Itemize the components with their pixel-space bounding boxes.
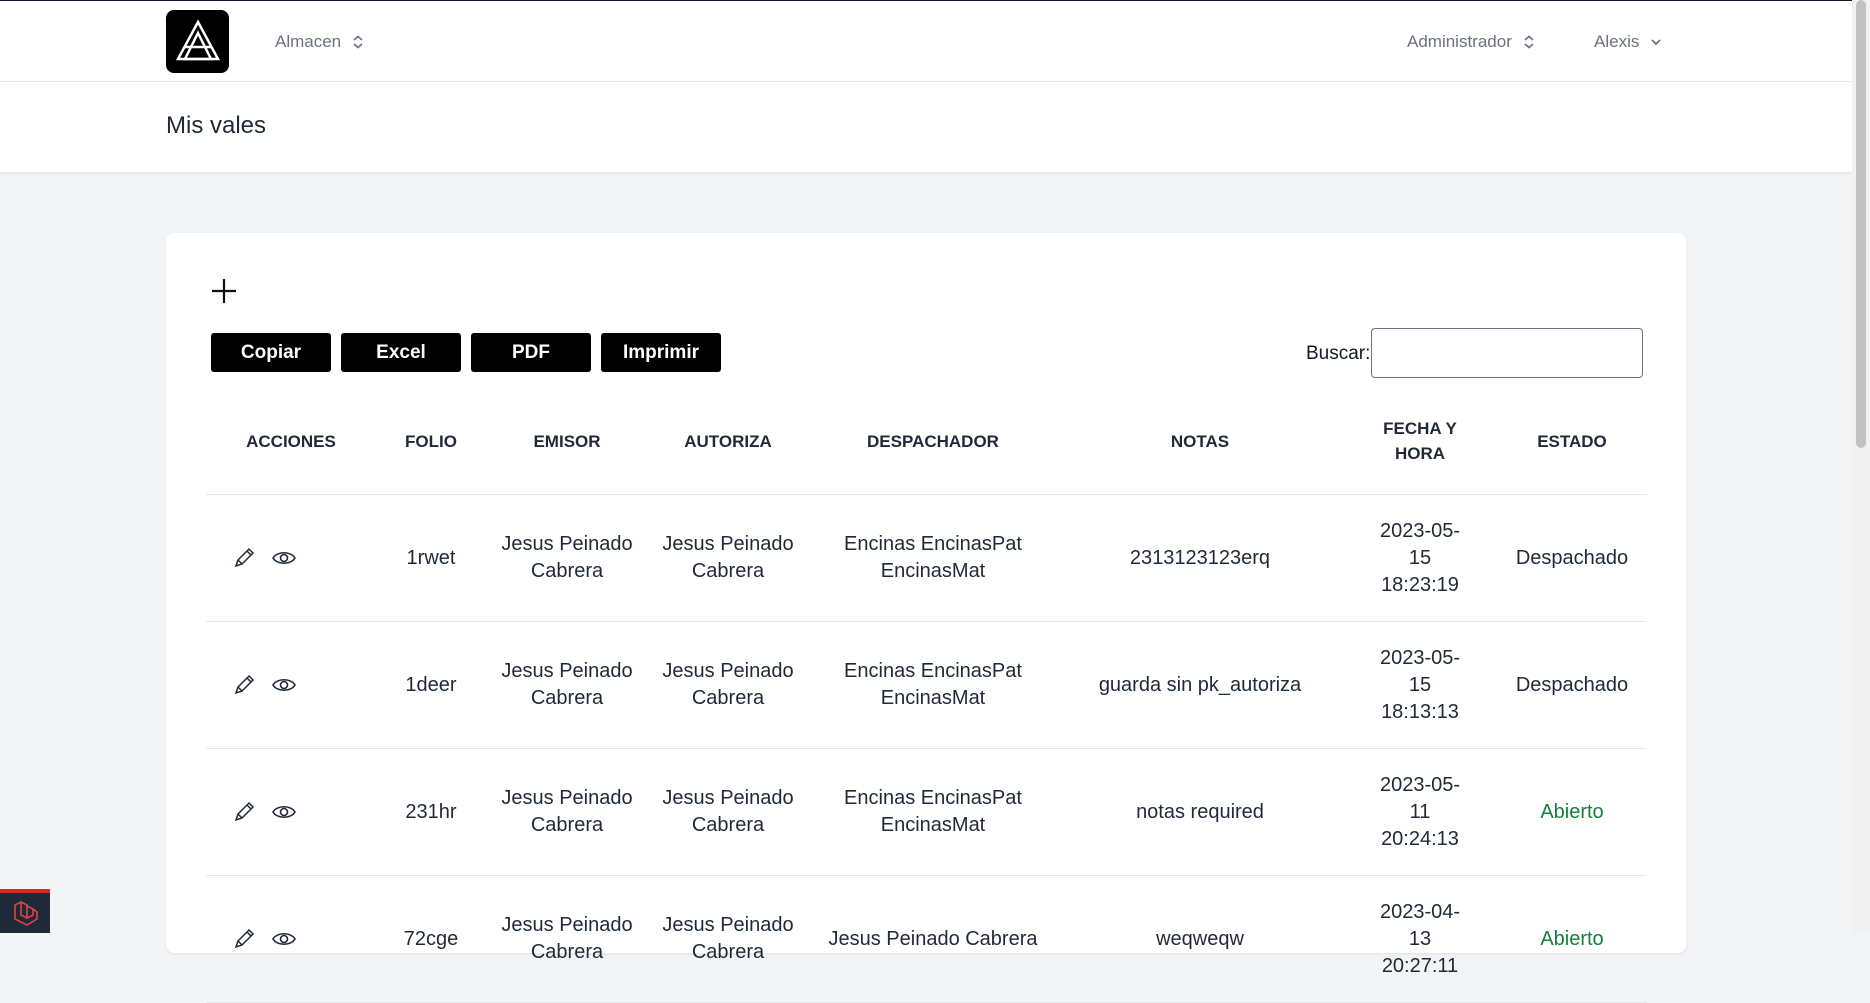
column-header-emisor[interactable]: EMISOR bbox=[486, 388, 648, 494]
eye-icon[interactable] bbox=[271, 545, 297, 571]
role-label: Administrador bbox=[1407, 32, 1512, 51]
user-dropdown[interactable]: Alexis bbox=[1594, 27, 1663, 57]
pencil-icon[interactable] bbox=[231, 545, 257, 571]
warehouse-label: Almacen bbox=[275, 32, 342, 51]
cell-notas: notas required bbox=[1136, 800, 1264, 823]
cell-notas: weqweqw bbox=[1156, 927, 1244, 950]
column-header-despachador[interactable]: DESPACHADOR bbox=[808, 388, 1058, 494]
user-label: Alexis bbox=[1594, 32, 1640, 51]
warehouse-dropdown[interactable]: Almacen bbox=[275, 27, 365, 57]
pencil-icon[interactable] bbox=[231, 672, 257, 698]
cell-despachador: Jesus Peinado Cabrera bbox=[828, 927, 1038, 950]
table-row: 72cge Jesus Peinado Cabrera Jesus Peinad… bbox=[206, 876, 1646, 1003]
cell-emisor: Jesus Peinado Cabrera bbox=[501, 914, 633, 963]
laravel-icon[interactable] bbox=[0, 889, 50, 933]
page-header: Mis vales bbox=[0, 82, 1852, 172]
row-actions bbox=[206, 749, 376, 875]
column-header-fecha-hora[interactable]: FECHA Y HORA bbox=[1342, 388, 1498, 494]
role-dropdown[interactable]: Administrador bbox=[1407, 27, 1536, 57]
vouchers-table: ACCIONES FOLIO EMISOR AUTORIZA DESPACHAD… bbox=[206, 388, 1646, 1003]
vouchers-card: Copiar Excel PDF Imprimir Buscar: ACCION… bbox=[166, 233, 1686, 1003]
logo-icon[interactable] bbox=[166, 10, 229, 73]
page-title: Mis vales bbox=[166, 112, 267, 139]
selector-icon bbox=[353, 35, 363, 49]
top-navigation: Almacen Administrador Alexis bbox=[0, 1, 1852, 82]
table-header: ACCIONES FOLIO EMISOR AUTORIZA DESPACHAD… bbox=[206, 388, 1646, 495]
cell-folio: 231hr bbox=[405, 800, 457, 823]
cell-folio: 1rwet bbox=[406, 546, 456, 569]
cell-folio: 72cge bbox=[403, 927, 459, 950]
eye-icon[interactable] bbox=[271, 672, 297, 698]
print-button[interactable]: Imprimir bbox=[601, 333, 721, 372]
cell-fecha: 2023-05-11 20:24:13 bbox=[1379, 773, 1461, 850]
eye-icon[interactable] bbox=[271, 926, 297, 952]
excel-button[interactable]: Excel bbox=[341, 333, 461, 372]
cell-notas: 2313123123erq bbox=[1129, 546, 1271, 569]
cell-fecha: 2023-05-15 18:23:19 bbox=[1379, 519, 1461, 596]
table-row: 1rwet Jesus Peinado Cabrera Jesus Peinad… bbox=[206, 495, 1646, 622]
cell-emisor: Jesus Peinado Cabrera bbox=[501, 660, 633, 709]
row-actions bbox=[206, 876, 376, 1002]
cell-emisor: Jesus Peinado Cabrera bbox=[501, 533, 633, 582]
cell-despachador: Encinas EncinasPat EncinasMat bbox=[844, 787, 1022, 836]
cell-folio: 1deer bbox=[405, 673, 457, 696]
search-label: Buscar: bbox=[1306, 343, 1371, 364]
column-header-acciones[interactable]: ACCIONES bbox=[206, 388, 376, 494]
selector-icon bbox=[1524, 35, 1534, 49]
cell-estado: Despachado bbox=[1515, 673, 1629, 696]
chevron-down-icon bbox=[1651, 39, 1661, 46]
cell-estado: Abierto bbox=[1540, 927, 1604, 950]
plus-icon[interactable] bbox=[210, 277, 238, 305]
cell-autoriza: Jesus Peinado Cabrera bbox=[662, 914, 794, 963]
cell-fecha: 2023-04-13 20:27:11 bbox=[1379, 900, 1461, 977]
column-header-folio[interactable]: FOLIO bbox=[376, 388, 486, 494]
column-header-notas[interactable]: NOTAS bbox=[1058, 388, 1342, 494]
pencil-icon[interactable] bbox=[231, 799, 257, 825]
cell-autoriza: Jesus Peinado Cabrera bbox=[662, 533, 794, 582]
pdf-button[interactable]: PDF bbox=[471, 333, 591, 372]
row-actions bbox=[206, 495, 376, 621]
column-header-estado[interactable]: ESTADO bbox=[1498, 388, 1646, 494]
cell-emisor: Jesus Peinado Cabrera bbox=[501, 787, 633, 836]
table-row: 231hr Jesus Peinado Cabrera Jesus Peinad… bbox=[206, 749, 1646, 876]
search-input[interactable] bbox=[1371, 328, 1643, 378]
scrollbar-thumb[interactable] bbox=[1856, 0, 1866, 448]
cell-despachador: Encinas EncinasPat EncinasMat bbox=[844, 533, 1022, 582]
copy-button[interactable]: Copiar bbox=[211, 333, 331, 372]
cell-autoriza: Jesus Peinado Cabrera bbox=[662, 787, 794, 836]
cell-notas: guarda sin pk_autoriza bbox=[1098, 673, 1302, 696]
pencil-icon[interactable] bbox=[231, 926, 257, 952]
cell-estado: Despachado bbox=[1515, 546, 1629, 569]
table-row: 1deer Jesus Peinado Cabrera Jesus Peinad… bbox=[206, 622, 1646, 749]
cell-autoriza: Jesus Peinado Cabrera bbox=[662, 660, 794, 709]
page-scrollbar[interactable] bbox=[1852, 0, 1870, 933]
row-actions bbox=[206, 622, 376, 748]
cell-fecha: 2023-05-15 18:13:13 bbox=[1379, 646, 1461, 723]
cell-estado: Abierto bbox=[1540, 800, 1604, 823]
column-header-autoriza[interactable]: AUTORIZA bbox=[648, 388, 808, 494]
eye-icon[interactable] bbox=[271, 799, 297, 825]
cell-despachador: Encinas EncinasPat EncinasMat bbox=[844, 660, 1022, 709]
